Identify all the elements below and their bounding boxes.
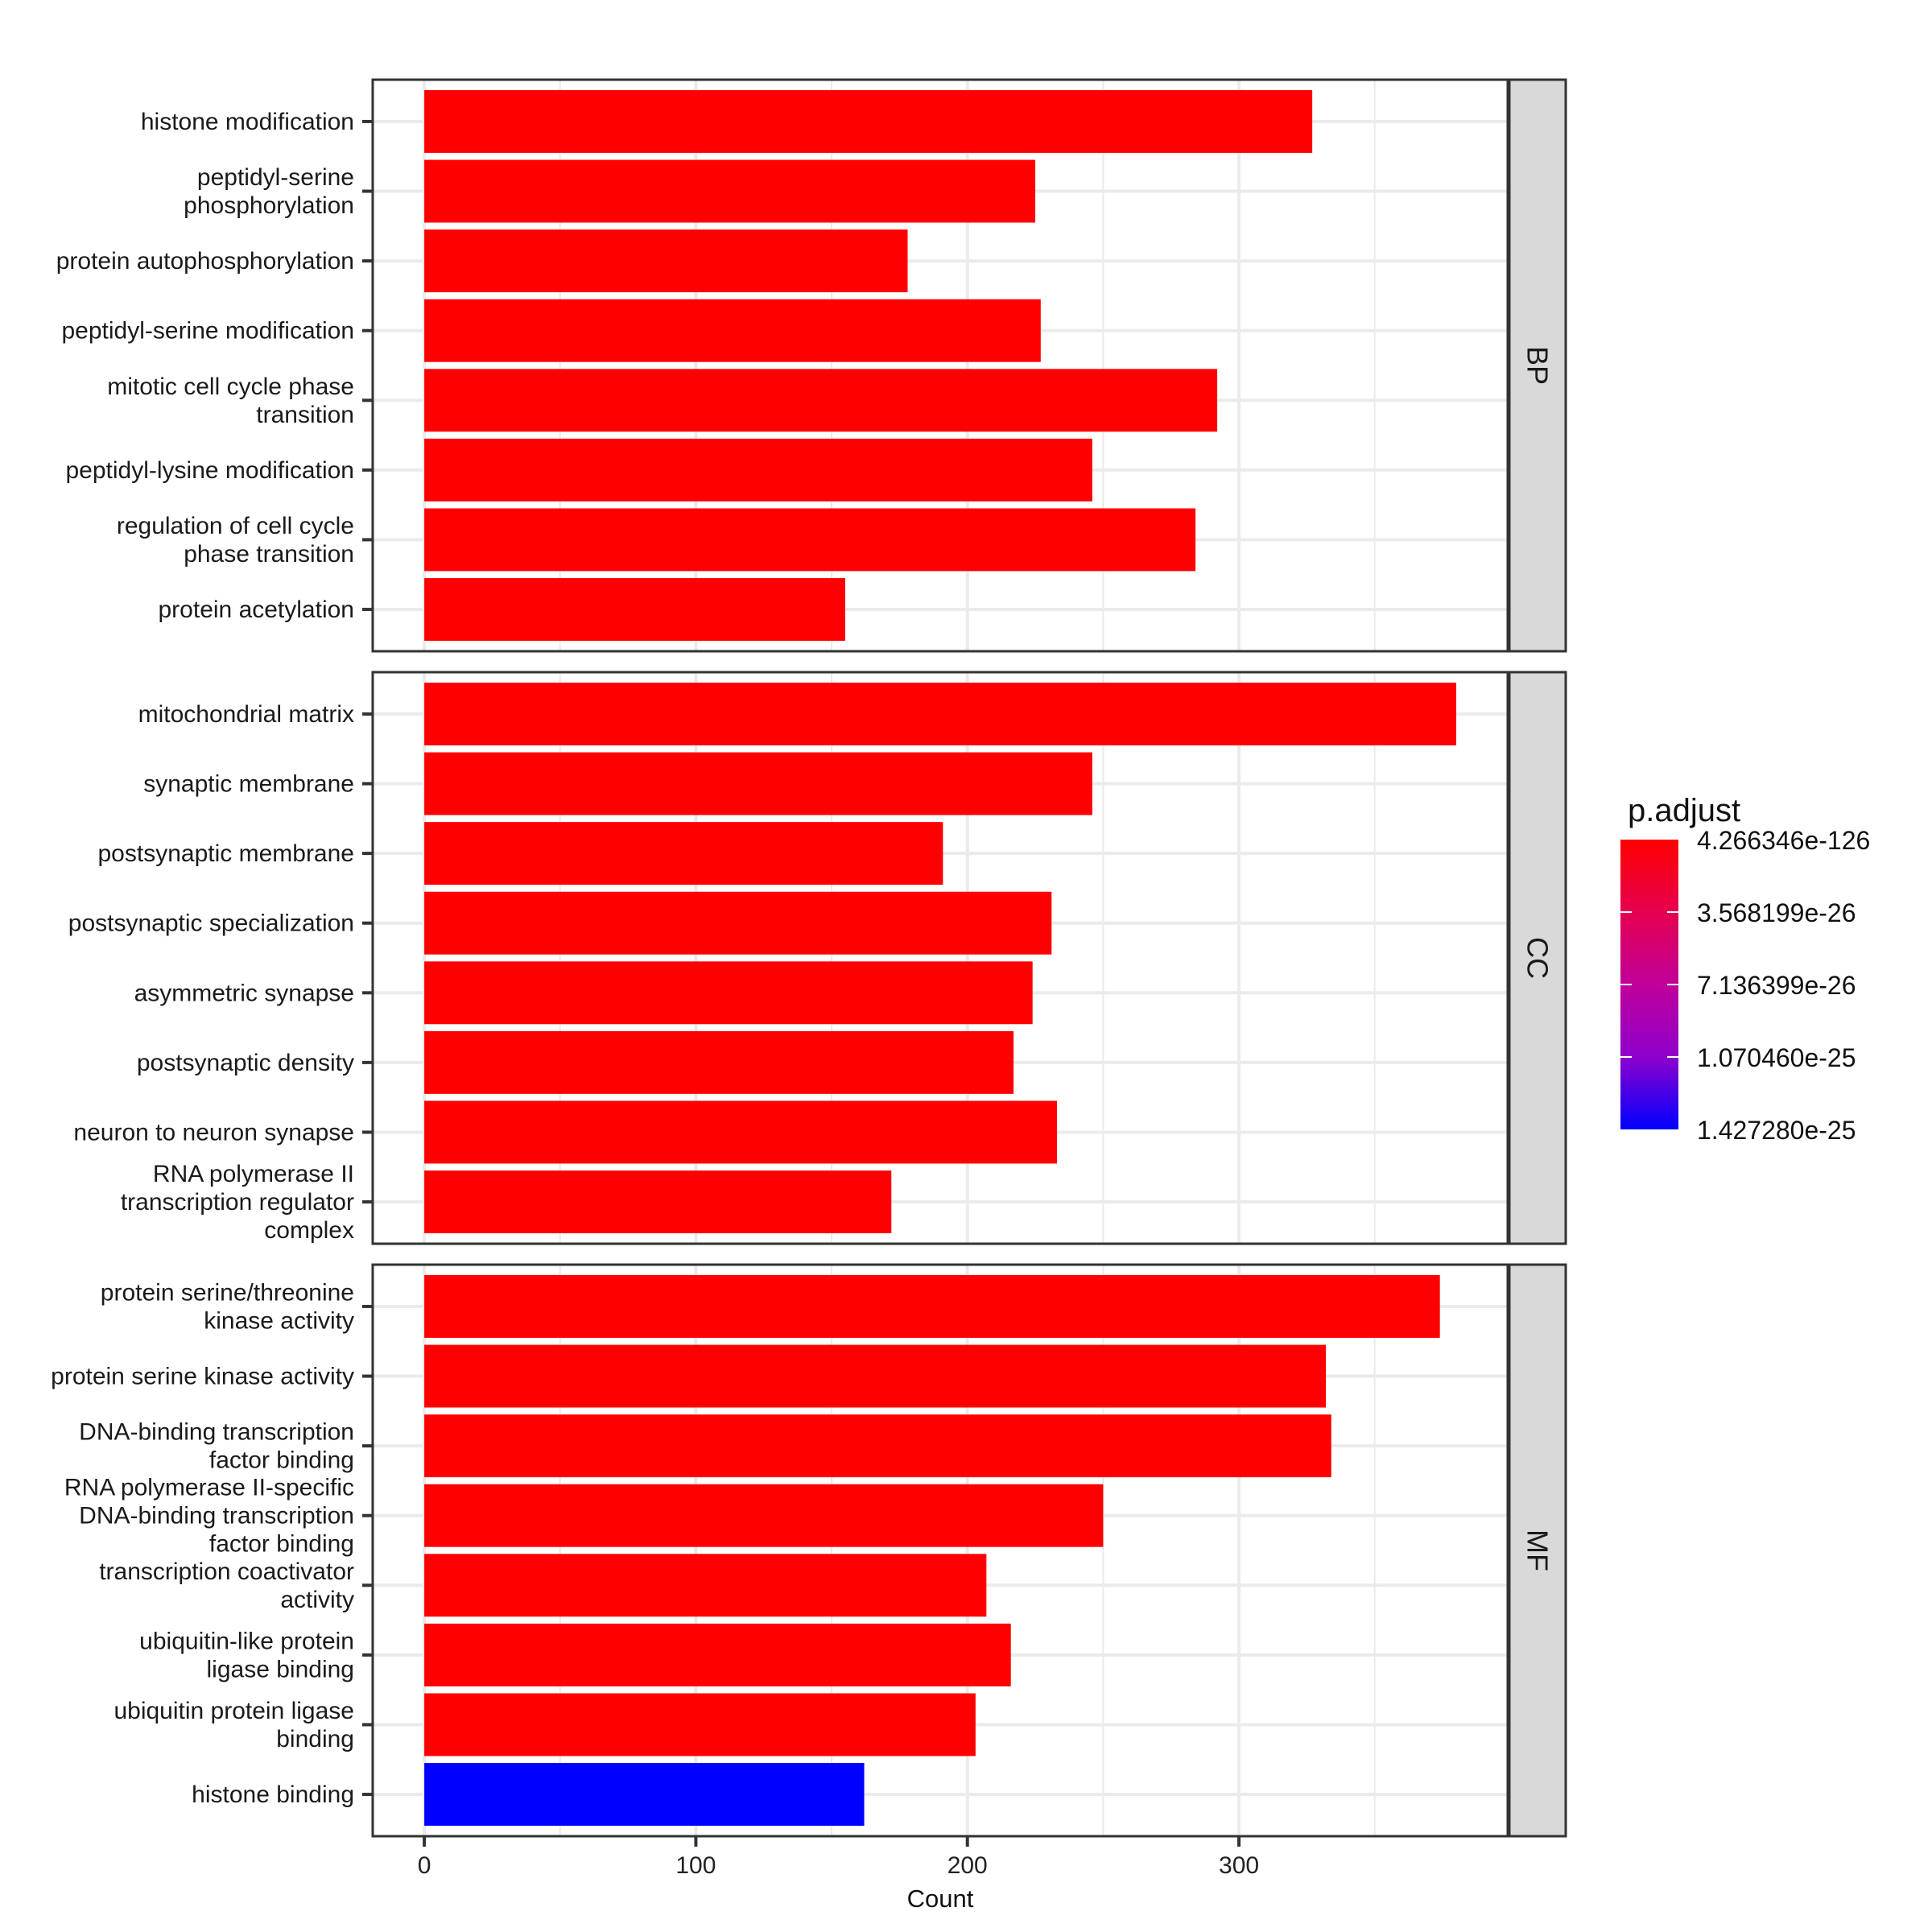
y-tick-label: synaptic membrane (143, 771, 354, 798)
go-enrichment-bar-chart: histone modification peptidyl-serine phosp… (51, 78, 1870, 1913)
legend-label: 3.568199e-26 (1697, 898, 1856, 927)
bar (424, 89, 1313, 153)
bar (424, 229, 908, 293)
bar (424, 1484, 1104, 1547)
y-tick-label: DNA-binding transcription factor binding (79, 1419, 354, 1474)
facet-strip-label: BP (1521, 346, 1554, 385)
y-tick-label: regulation of cell cycle phase transition (117, 513, 354, 568)
facet-strip-label: CC (1521, 937, 1554, 979)
legend: p.adjust 4.266346e-126 3.568199e-26 7.1363… (1620, 793, 1870, 1145)
bar (424, 1344, 1326, 1408)
legend-label: 1.427280e-25 (1697, 1116, 1856, 1145)
y-tick-label: asymmetric synapse (134, 980, 354, 1006)
y-tick-label: postsynaptic density (137, 1050, 354, 1076)
y-tick-label: RNA polymerase II transcription regulator… (121, 1161, 354, 1244)
legend-title: p.adjust (1628, 793, 1740, 828)
y-tick-label: protein serine/threonine kinase activity (101, 1279, 354, 1334)
y-tick-label: transcription coactivator activity (99, 1558, 354, 1613)
y-tick-label: neuron to neuron synapse (73, 1119, 354, 1146)
bar (424, 1030, 1014, 1094)
bar (424, 1414, 1331, 1478)
y-tick-label: protein autophosphorylation (56, 248, 354, 275)
x-axis: 0 100 200 300 (418, 1836, 1259, 1879)
bar (424, 891, 1052, 955)
facet-panel-bp: histone modification peptidyl-serine phosp… (56, 78, 1567, 653)
bar (424, 159, 1036, 223)
y-tick-label: histone modification (141, 109, 354, 135)
x-tick-label: 300 (1219, 1852, 1259, 1879)
bar (424, 1100, 1058, 1164)
facet-panels: histone modification peptidyl-serine phosp… (51, 78, 1567, 1838)
legend-label: 4.266346e-126 (1697, 826, 1870, 855)
facet-panel-mf: protein serine/threonine kinase activity p… (51, 1263, 1567, 1838)
bar (424, 438, 1092, 502)
bar (424, 1623, 1011, 1686)
y-tick-label: peptidyl-serine modification (61, 318, 354, 345)
y-tick-label: protein serine kinase activity (51, 1364, 354, 1390)
bar (424, 578, 845, 642)
legend-label: 1.070460e-25 (1697, 1043, 1856, 1072)
x-tick-label: 0 (418, 1852, 431, 1879)
legend-label: 7.136399e-26 (1697, 971, 1856, 1000)
y-tick-label: peptidyl-lysine modification (65, 457, 354, 484)
x-tick-label: 200 (947, 1852, 988, 1879)
bar (424, 1170, 892, 1234)
bar (424, 299, 1041, 362)
bar (424, 682, 1456, 745)
bar (424, 822, 943, 886)
y-tick-label: postsynaptic specialization (68, 910, 354, 937)
y-tick-label: peptidyl-serine phosphorylation (184, 164, 354, 219)
y-tick-label: mitotic cell cycle phase transition (107, 374, 354, 428)
bar (424, 1554, 987, 1617)
bar (424, 1693, 976, 1757)
x-tick-label: 100 (675, 1852, 716, 1879)
y-tick-label: postsynaptic membrane (98, 840, 355, 867)
y-tick-label: mitochondrial matrix (138, 701, 354, 728)
facet-panel-cc: mitochondrial matrix synaptic membrane pos… (68, 671, 1567, 1245)
x-axis-title: Count (907, 1885, 974, 1913)
y-tick-label: histone binding (192, 1781, 354, 1808)
bar (424, 961, 1033, 1025)
y-tick-label: RNA polymerase II-specific DNA-binding tr… (64, 1475, 354, 1558)
y-tick-label: ubiquitin-like protein ligase binding (139, 1628, 354, 1682)
bar (424, 752, 1092, 815)
bar (424, 1274, 1440, 1338)
facet-strip-label: MF (1521, 1530, 1554, 1571)
bar (424, 508, 1196, 572)
y-tick-label: protein acetylation (159, 597, 355, 623)
y-tick-label: ubiquitin protein ligase binding (114, 1698, 354, 1752)
bar (424, 369, 1218, 432)
bar (424, 1763, 865, 1827)
